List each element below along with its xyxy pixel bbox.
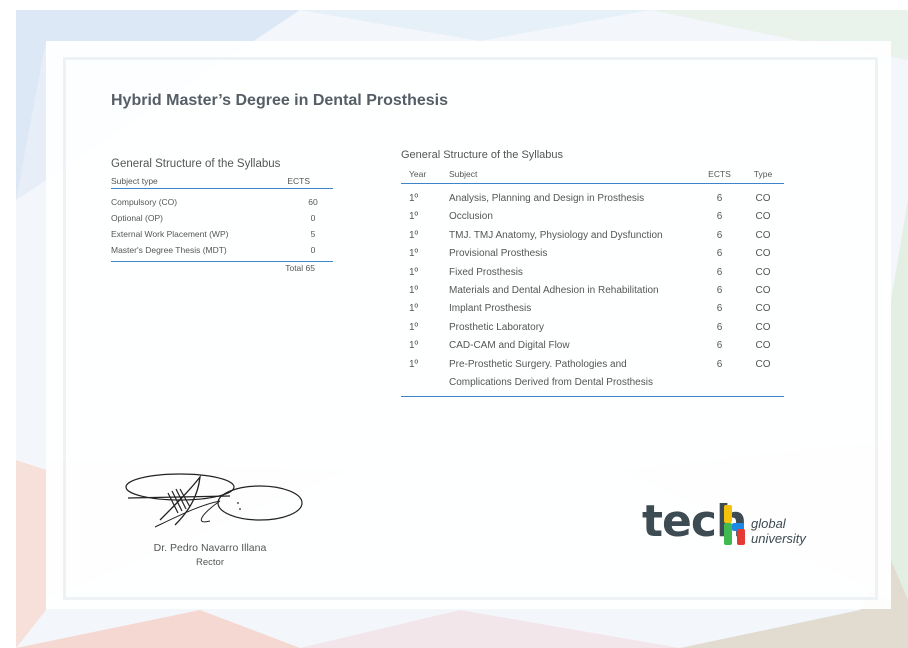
signature-image bbox=[125, 473, 303, 528]
subject-type: CO bbox=[755, 303, 771, 315]
subject-type: CO bbox=[755, 211, 771, 223]
subject-row: 1º Prosthetic Laboratory 6 CO bbox=[401, 319, 784, 337]
subject-type: CO bbox=[755, 229, 771, 241]
summary-row: External Work Placement (WP) 5 bbox=[111, 226, 333, 242]
subject-year: 1º bbox=[409, 248, 419, 260]
col-type: Type bbox=[742, 167, 784, 184]
subject-type: CO bbox=[742, 355, 784, 397]
subject-year: 1º bbox=[409, 303, 419, 315]
tech-logo: tech global university bbox=[642, 496, 822, 552]
page-title: Hybrid Master’s Degree in Dental Prosthe… bbox=[111, 92, 448, 109]
subject-type: CO bbox=[755, 193, 771, 204]
subject-ects: 6 bbox=[716, 284, 723, 296]
subject-year: 1º bbox=[409, 229, 419, 241]
summary-ects: 5 bbox=[310, 229, 316, 239]
subject-year: 1º bbox=[409, 284, 419, 296]
summary-ects: 0 bbox=[310, 213, 316, 223]
summary-row: Optional (OP) 0 bbox=[111, 210, 333, 226]
certificate-page: Hybrid Master’s Degree in Dental Prosthe… bbox=[0, 0, 908, 648]
subject-ects: 6 bbox=[716, 340, 723, 352]
summary-col-subject-type: Subject type bbox=[111, 176, 158, 186]
logo-accent-icon bbox=[724, 505, 745, 545]
summary-heading: General Structure of the Syllabus bbox=[111, 158, 281, 170]
subject-row: 1º Materials and Dental Adhesion in Reha… bbox=[401, 282, 784, 300]
subject-name: Implant Prosthesis bbox=[449, 303, 532, 315]
subject-row: 1º Analysis, Planning and Design in Pros… bbox=[401, 184, 784, 209]
summary-type: Optional (OP) bbox=[111, 213, 163, 223]
summary-row: Compulsory (CO) 60 bbox=[111, 194, 333, 210]
subject-ects: 6 bbox=[716, 211, 723, 223]
subject-year: 1º bbox=[409, 266, 419, 278]
subject-name: Pre-Prosthetic Surgery. Pathologies and … bbox=[449, 355, 697, 397]
subject-ects: 6 bbox=[716, 229, 723, 241]
subject-ects: 6 bbox=[716, 303, 723, 315]
subject-year: 1º bbox=[401, 355, 449, 397]
subject-row: 1º Pre-Prosthetic Surgery. Pathologies a… bbox=[401, 355, 784, 397]
subject-year: 1º bbox=[409, 340, 419, 352]
subject-type: CO bbox=[755, 284, 771, 296]
summary-row: Master's Degree Thesis (MDT) 0 bbox=[111, 242, 333, 258]
subject-row: 1º Fixed Prosthesis 6 CO bbox=[401, 264, 784, 282]
signatory-role: Rector bbox=[196, 557, 224, 568]
subject-row: 1º Provisional Prosthesis 6 CO bbox=[401, 245, 784, 263]
summary-type: External Work Placement (WP) bbox=[111, 229, 229, 239]
summary-header-row: Subject type ECTS bbox=[111, 176, 333, 189]
signatory-name: Dr. Pedro Navarro Illana bbox=[153, 542, 267, 554]
subject-type: CO bbox=[755, 266, 771, 278]
subject-row: 1º TMJ. TMJ Anatomy, Physiology and Dysf… bbox=[401, 227, 784, 245]
subject-row: 1º Occlusion 6 CO bbox=[401, 208, 784, 226]
col-ects: ECTS bbox=[697, 167, 742, 184]
subject-year: 1º bbox=[409, 211, 419, 223]
subject-row: 1º Implant Prosthesis 6 CO bbox=[401, 300, 784, 318]
subject-type: CO bbox=[755, 340, 771, 352]
subjects-heading: General Structure of the Syllabus bbox=[401, 149, 564, 161]
subject-name: Provisional Prosthesis bbox=[449, 248, 548, 260]
summary-type: Master's Degree Thesis (MDT) bbox=[111, 245, 227, 255]
subject-year: 1º bbox=[409, 321, 419, 333]
summary-col-ects: ECTS bbox=[287, 176, 310, 186]
subject-type: CO bbox=[755, 321, 771, 333]
subject-name-line2: Complications Derived from Dental Prosth… bbox=[449, 376, 653, 388]
logo-subtitle-university: university bbox=[751, 531, 806, 546]
subject-name: CAD-CAM and Digital Flow bbox=[449, 340, 570, 352]
subject-name: Materials and Dental Adhesion in Rehabil… bbox=[449, 284, 659, 296]
col-year: Year bbox=[401, 167, 449, 184]
summary-type: Compulsory (CO) bbox=[111, 197, 178, 207]
subjects-header-row: Year Subject ECTS Type bbox=[401, 167, 784, 184]
subject-name: TMJ. TMJ Anatomy, Physiology and Dysfunc… bbox=[449, 229, 663, 241]
subject-name-line1: Pre-Prosthetic Surgery. Pathologies and bbox=[449, 358, 627, 370]
subject-name: Occlusion bbox=[449, 211, 493, 223]
logo-subtitle-global: global bbox=[751, 516, 786, 531]
subject-ects: 6 bbox=[716, 321, 723, 333]
summary-ects: 0 bbox=[310, 245, 316, 255]
subject-ects: 6 bbox=[716, 248, 723, 260]
subject-ects: 6 bbox=[716, 266, 723, 278]
subject-type: CO bbox=[755, 248, 771, 260]
subject-name: Prosthetic Laboratory bbox=[449, 321, 545, 333]
subject-ects: 6 bbox=[697, 355, 742, 397]
summary-ects: 60 bbox=[308, 197, 318, 207]
col-subject: Subject bbox=[449, 167, 697, 184]
subjects-table-section: General Structure of the Syllabus Year S… bbox=[401, 149, 784, 397]
subject-row: 1º CAD-CAM and Digital Flow 6 CO bbox=[401, 337, 784, 355]
summary-table: General Structure of the Syllabus Subjec… bbox=[111, 158, 333, 273]
subject-name: Analysis, Planning and Design in Prosthe… bbox=[449, 193, 645, 204]
summary-body: Compulsory (CO) 60 Optional (OP) 0 Exter… bbox=[111, 189, 333, 261]
subjects-table: Year Subject ECTS Type 1º Analysis, Plan… bbox=[401, 167, 784, 397]
subject-ects: 6 bbox=[716, 193, 723, 204]
subject-year: 1º bbox=[409, 193, 419, 204]
summary-total: Total 65 bbox=[111, 261, 333, 273]
subject-name: Fixed Prosthesis bbox=[449, 266, 523, 278]
